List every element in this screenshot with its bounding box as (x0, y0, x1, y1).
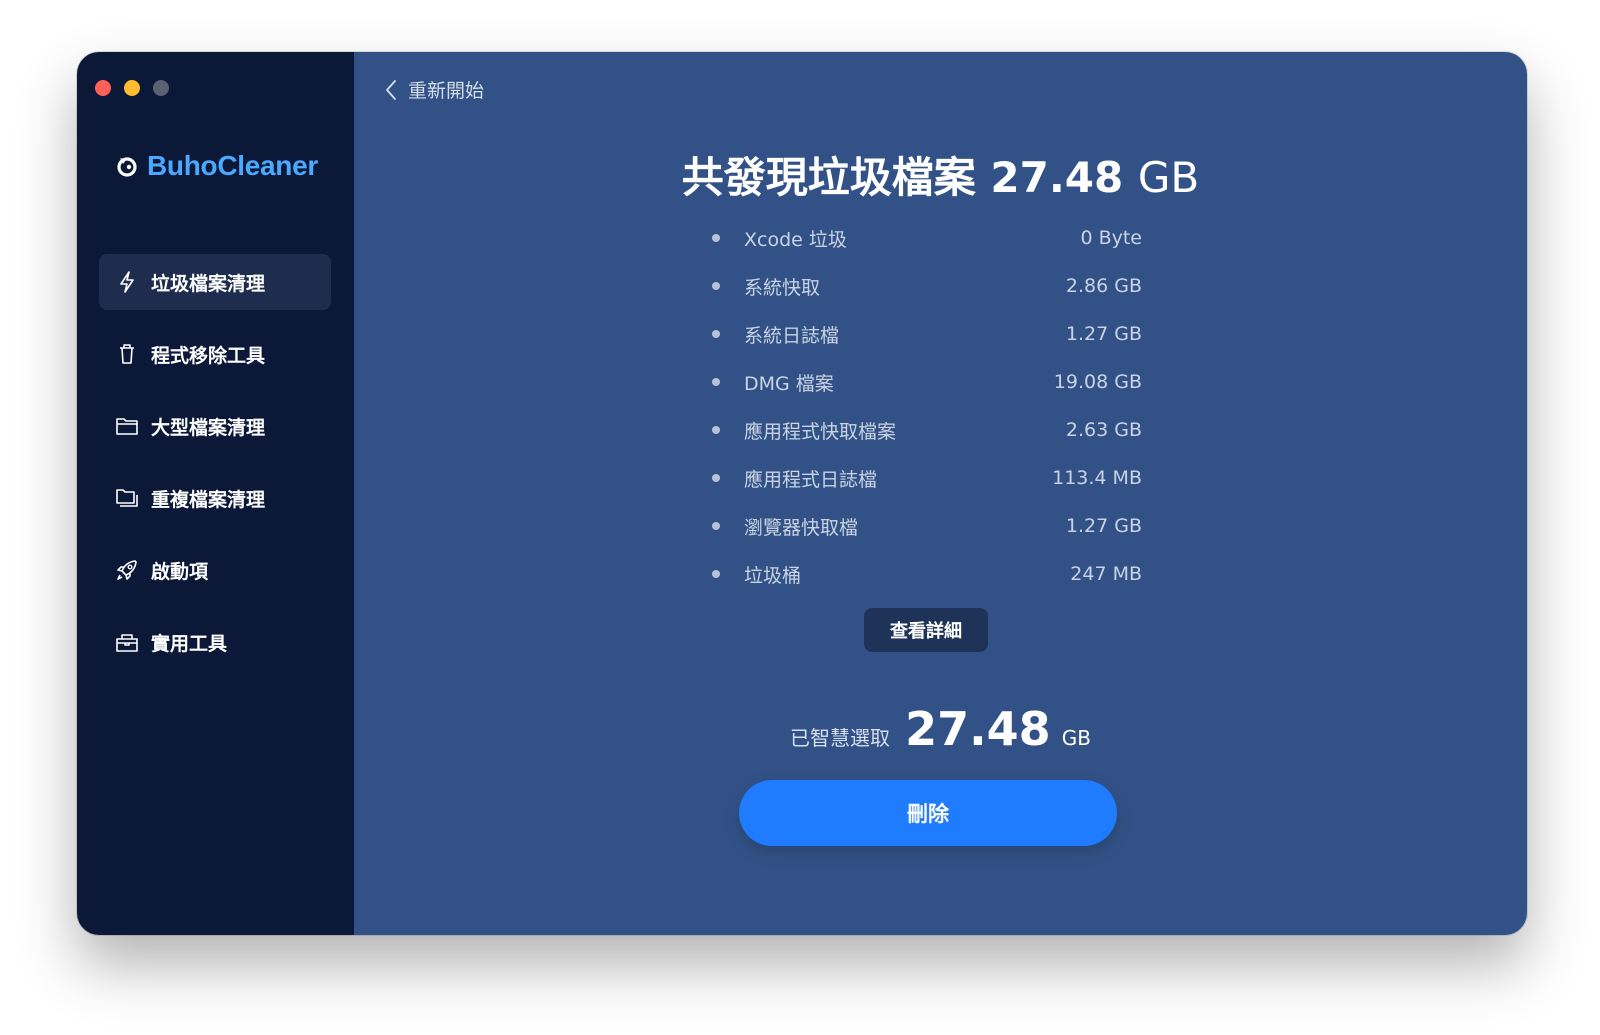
minimize-window-button[interactable] (124, 80, 140, 96)
bullet-icon (712, 330, 720, 338)
lightning-icon (115, 270, 139, 294)
sidebar-item-label: 大型檔案清理 (151, 416, 266, 439)
smart-selection-summary: 已智慧選取 27.48 GB (354, 702, 1527, 756)
bullet-icon (712, 282, 720, 290)
category-label: 系統快取 (744, 276, 821, 299)
buho-logo-icon (117, 157, 137, 177)
bullet-icon (712, 426, 720, 434)
category-size: 2.63 GB (1065, 419, 1142, 441)
delete-button[interactable]: 刪除 (739, 780, 1117, 846)
window-controls (95, 80, 169, 96)
sidebar-item-startup-items[interactable]: 啟動項 (99, 542, 331, 598)
category-size: 113.4 MB (1052, 467, 1142, 489)
scan-result-title: 共發現垃圾檔案 27.48 GB (354, 144, 1527, 205)
category-size: 1.27 GB (1065, 323, 1142, 345)
category-label: 應用程式日誌檔 (744, 468, 878, 491)
category-size: 0 Byte (1080, 227, 1142, 249)
list-item: 應用程式日誌檔 113.4 MB (712, 454, 1142, 502)
sidebar-item-app-uninstaller[interactable]: 程式移除工具 (99, 326, 331, 382)
bullet-icon (712, 378, 720, 386)
sidebar-item-duplicate-files[interactable]: 重複檔案清理 (99, 470, 331, 526)
list-item: 應用程式快取檔案 2.63 GB (712, 406, 1142, 454)
category-size: 2.86 GB (1065, 275, 1142, 297)
toolbox-icon (115, 630, 139, 654)
total-unit: GB (1137, 153, 1200, 202)
bullet-icon (712, 474, 720, 482)
brand: BuhoCleaner (115, 150, 318, 182)
sidebar-item-label: 啟動項 (151, 560, 209, 583)
chevron-left-icon (386, 79, 396, 100)
junk-category-list: Xcode 垃圾 0 Byte 系統快取 2.86 GB 系統日誌檔 1.27 GB … (712, 214, 1142, 598)
category-size: 247 MB (1070, 563, 1142, 585)
restart-button[interactable]: 重新開始 (384, 76, 484, 103)
title-prefix: 共發現垃圾檔案 (681, 153, 976, 202)
sidebar-item-label: 重複檔案清理 (151, 488, 266, 511)
sidebar: BuhoCleaner 垃圾檔案清理 程式移除工具 大型檔案清理 重複檔案清理 … (77, 52, 354, 935)
rocket-icon (115, 558, 139, 582)
view-details-button[interactable]: 查看詳細 (864, 608, 988, 652)
trash-icon (115, 342, 139, 366)
folder-icon (115, 414, 139, 438)
category-size: 19.08 GB (1053, 371, 1142, 393)
selection-size: 27.48 (905, 702, 1051, 756)
close-window-button[interactable] (95, 80, 111, 96)
sidebar-item-label: 實用工具 (151, 632, 228, 655)
list-item: DMG 檔案 19.08 GB (712, 358, 1142, 406)
category-label: 應用程式快取檔案 (744, 420, 897, 443)
category-label: 系統日誌檔 (744, 324, 840, 347)
category-label: 垃圾桶 (744, 564, 802, 587)
list-item: 瀏覽器快取檔 1.27 GB (712, 502, 1142, 550)
bullet-icon (712, 234, 720, 242)
sidebar-item-label: 垃圾檔案清理 (151, 272, 266, 295)
restart-label: 重新開始 (408, 80, 485, 102)
category-label: Xcode 垃圾 (744, 228, 847, 251)
sidebar-item-toolkit[interactable]: 實用工具 (99, 614, 331, 670)
category-label: 瀏覽器快取檔 (744, 516, 859, 539)
list-item: 系統日誌檔 1.27 GB (712, 310, 1142, 358)
sidebar-item-large-files[interactable]: 大型檔案清理 (99, 398, 331, 454)
duplicate-folder-icon (115, 486, 139, 510)
main-panel: 重新開始 共發現垃圾檔案 27.48 GB Xcode 垃圾 0 Byte 系統快… (354, 52, 1527, 935)
bullet-icon (712, 570, 720, 578)
category-size: 1.27 GB (1065, 515, 1142, 537)
selection-label: 已智慧選取 (790, 726, 891, 750)
app-name: BuhoCleaner (147, 150, 318, 181)
sidebar-item-label: 程式移除工具 (151, 344, 266, 367)
selection-unit: GB (1061, 726, 1091, 750)
sidebar-item-junk-cleanup[interactable]: 垃圾檔案清理 (99, 254, 331, 310)
list-item: 系統快取 2.86 GB (712, 262, 1142, 310)
sidebar-nav: 垃圾檔案清理 程式移除工具 大型檔案清理 重複檔案清理 啟動項 實用工具 (99, 254, 331, 686)
bullet-icon (712, 522, 720, 530)
category-label: DMG 檔案 (744, 372, 834, 395)
list-item: Xcode 垃圾 0 Byte (712, 214, 1142, 262)
zoom-window-button[interactable] (153, 80, 169, 96)
app-window: BuhoCleaner 垃圾檔案清理 程式移除工具 大型檔案清理 重複檔案清理 … (77, 52, 1527, 935)
total-size: 27.48 (990, 153, 1124, 202)
list-item: 垃圾桶 247 MB (712, 550, 1142, 598)
